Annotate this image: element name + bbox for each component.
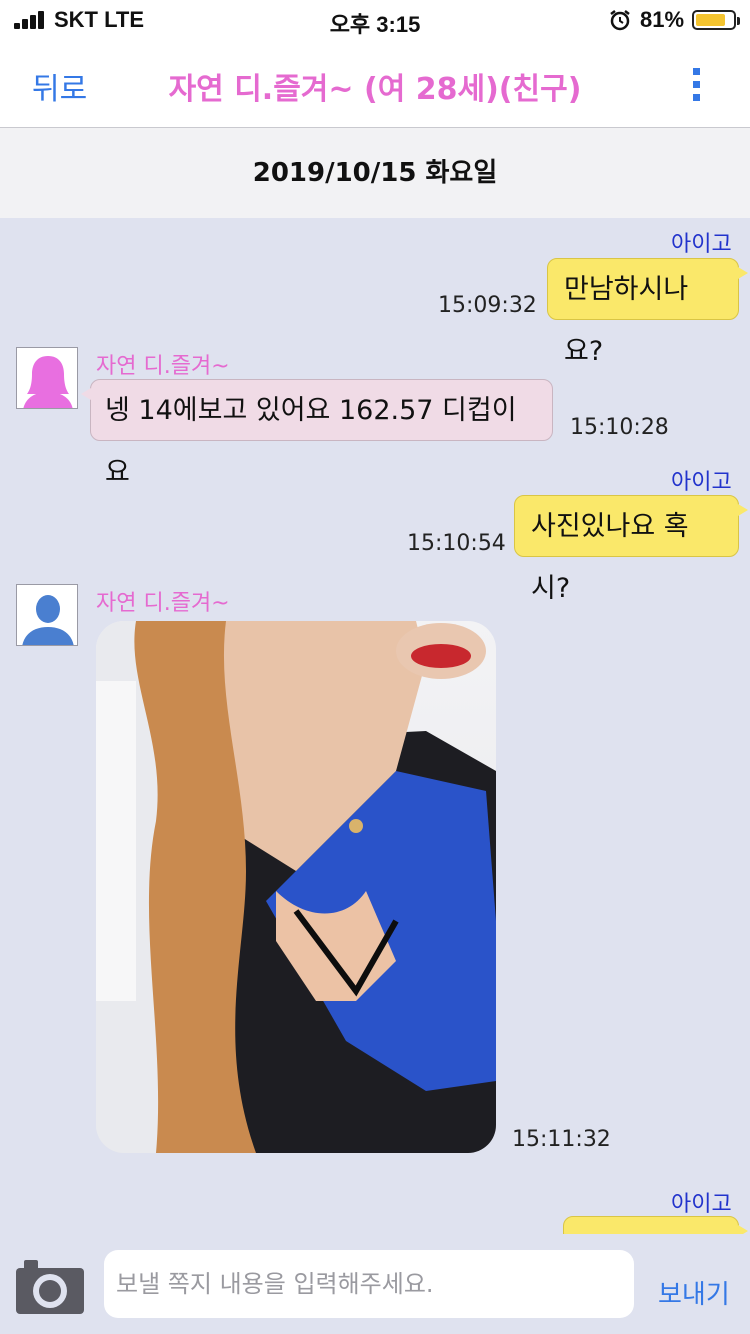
sender-name: 아이고 (671, 470, 732, 495)
navigation-bar: 뒤로 자연 디.즐겨~ (여 28세)(친구) (0, 40, 750, 128)
sender-name: 자연 디.즐겨~ (96, 354, 230, 379)
female-avatar-icon[interactable] (16, 347, 78, 409)
incoming-message-bubble[interactable]: 넹 14에보고 있어요 162.57 디컵이요 (81, 379, 553, 488)
chat-title: 자연 디.즐겨~ (여 28세)(친구) (168, 72, 582, 107)
date-header: 2019/10/15 화요일 (0, 128, 750, 218)
battery-icon (692, 10, 740, 30)
photo-attachment[interactable] (96, 621, 496, 1153)
default-avatar-icon[interactable] (16, 584, 78, 646)
photo-image (96, 621, 496, 1153)
message-text: 사진있나요 혹시? (531, 511, 689, 604)
message-time: 15:09:32 (438, 293, 537, 318)
status-time: 오후 3:15 (329, 12, 421, 37)
message-input[interactable] (104, 1250, 634, 1318)
message-composer: 보내기 (0, 1234, 750, 1334)
send-button[interactable]: 보내기 (658, 1274, 730, 1311)
alarm-clock-icon (610, 10, 630, 31)
outgoing-message-bubble[interactable]: 만남하시나요? (547, 258, 748, 367)
message-text: 만남하시나요? (564, 274, 689, 367)
outgoing-message-bubble[interactable]: 사진있나요 혹시? (514, 495, 748, 604)
status-bar: SKT LTE 오후 3:15 81% (0, 0, 750, 40)
camera-icon[interactable] (16, 1256, 84, 1316)
sender-name: 아이고 (671, 232, 732, 257)
message-time: 15:10:28 (570, 415, 669, 440)
message-time: 15:11:32 (512, 1127, 611, 1152)
battery-fill (696, 14, 726, 26)
sender-name: 자연 디.즐겨~ (96, 591, 230, 616)
message-time: 15:10:54 (407, 531, 506, 556)
vertical-dots-icon[interactable] (690, 68, 704, 102)
message-text: 넹 14에보고 있어요 162.57 디컵이요 (105, 395, 517, 488)
sender-name: 아이고 (671, 1192, 732, 1217)
battery-percent: 81% (640, 7, 685, 32)
battery-cap (737, 17, 740, 25)
